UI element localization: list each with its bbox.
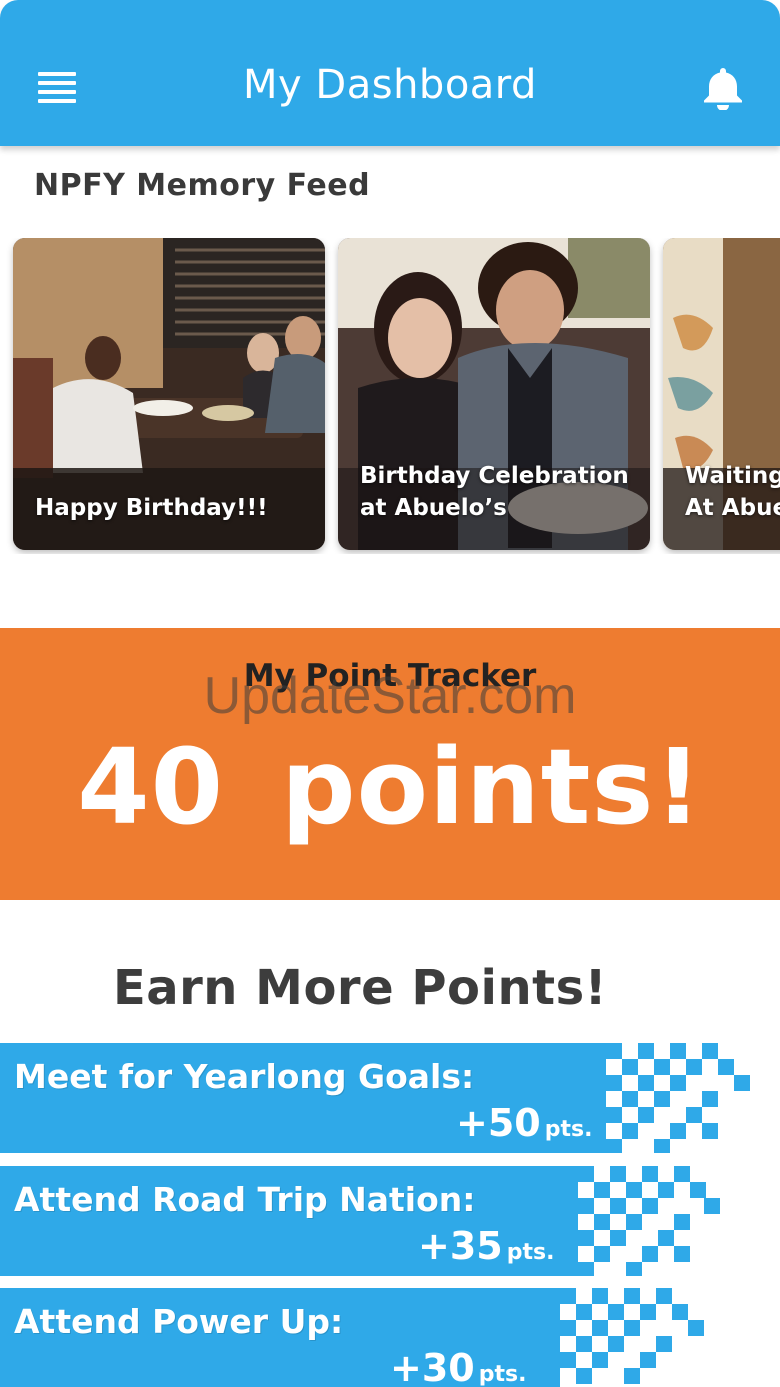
app-header: My Dashboard: [0, 0, 780, 146]
earn-item-points-unit: pts.: [506, 1240, 555, 1265]
earn-item-power-up[interactable]: Attend Power Up: +30 pts.: [0, 1288, 704, 1387]
earn-item-label: Meet for Yearlong Goals:: [14, 1057, 475, 1096]
earn-item-label: Attend Road Trip Nation:: [14, 1180, 476, 1219]
memory-card-caption: Waiting At Abue: [685, 463, 780, 521]
earn-item-road-trip-nation[interactable]: Attend Road Trip Nation: +35 pts.: [0, 1166, 720, 1276]
page-title: My Dashboard: [243, 62, 537, 108]
earn-item-points: +35 pts.: [418, 1224, 554, 1268]
memory-card[interactable]: Waiting At Abue: [663, 238, 780, 550]
bell-icon[interactable]: [702, 66, 744, 110]
pixel-pattern-decoration: [606, 1043, 750, 1153]
memory-feed-carousel[interactable]: Happy Birthday!!! Birthday Celebration a…: [0, 238, 780, 554]
memory-card-caption: Happy Birthday!!!: [35, 495, 268, 521]
earn-item-points-unit: pts.: [544, 1117, 593, 1142]
watermark: UpdateStar.com: [203, 667, 577, 725]
memory-card-caption: Birthday Celebration at Abuelo’s: [360, 463, 629, 521]
earn-item-points-value: +50: [456, 1101, 541, 1145]
earn-item-points-unit: pts.: [478, 1362, 527, 1387]
pixel-pattern-decoration: [578, 1166, 720, 1276]
earn-points-title: Earn More Points!: [112, 960, 608, 1016]
memory-card[interactable]: Birthday Celebration at Abuelo’s: [338, 238, 650, 550]
earn-item-points: +50 pts.: [456, 1101, 592, 1145]
point-tracker-value: 40 points!: [77, 726, 703, 848]
earn-item-yearlong-goals[interactable]: Meet for Yearlong Goals: +50 pts.: [0, 1043, 750, 1153]
earn-item-points: +30 pts.: [390, 1346, 526, 1387]
memory-feed-title: NPFY Memory Feed: [34, 168, 371, 203]
earn-item-label: Attend Power Up:: [14, 1302, 344, 1341]
earn-item-points-value: +30: [390, 1346, 475, 1387]
pixel-pattern-decoration: [560, 1288, 704, 1387]
memory-card[interactable]: Happy Birthday!!!: [13, 238, 325, 550]
earn-item-points-value: +35: [418, 1224, 503, 1268]
